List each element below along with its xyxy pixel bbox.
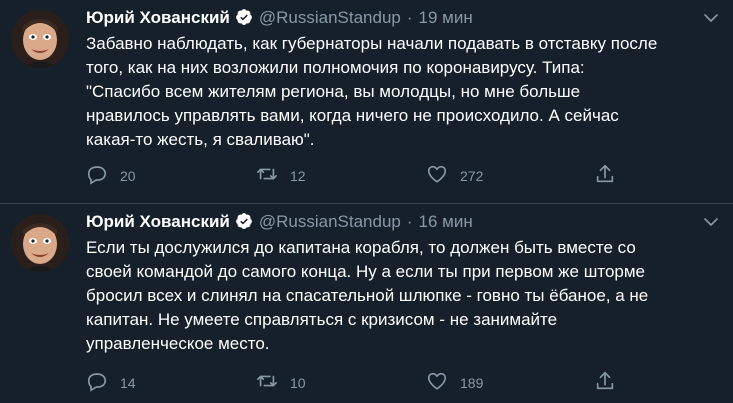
tweet-text: Если ты дослужился до капитана корабля, … xyxy=(86,238,649,353)
retweet-button[interactable]: 10 xyxy=(256,372,306,394)
retweet-count: 12 xyxy=(290,168,306,184)
reply-icon xyxy=(86,370,108,397)
share-button[interactable] xyxy=(594,163,616,190)
verified-badge-icon xyxy=(235,212,253,237)
share-button[interactable] xyxy=(594,370,616,397)
tweet[interactable]: Юрий Хованский @RussianStandup · 19 мин Заб… xyxy=(0,0,733,204)
reply-icon xyxy=(86,163,108,190)
reply-button[interactable]: 20 xyxy=(86,165,136,187)
separator: · xyxy=(406,8,413,27)
author-name[interactable]: Юрий Хованский xyxy=(86,212,230,231)
share-icon xyxy=(594,163,616,190)
tweet-actions: 14 10 189 xyxy=(86,370,693,397)
tweet-header: Юрий Хованский @RussianStandup · 19 мин xyxy=(86,6,693,30)
tweet-header: Юрий Хованский @RussianStandup · 16 мин xyxy=(86,210,693,234)
tweet-feed: Юрий Хованский @RussianStandup · 19 мин Заб… xyxy=(0,0,733,403)
avatar[interactable] xyxy=(11,10,69,68)
chevron-down-icon[interactable] xyxy=(701,8,721,28)
timestamp[interactable]: 19 мин xyxy=(419,8,473,27)
author-handle[interactable]: @RussianStandup xyxy=(259,8,401,27)
share-icon xyxy=(594,370,616,397)
author-handle[interactable]: @RussianStandup xyxy=(259,212,401,231)
separator: · xyxy=(406,212,413,231)
retweet-icon xyxy=(256,163,278,190)
reply-count: 14 xyxy=(120,375,136,391)
like-count: 272 xyxy=(460,168,484,184)
timestamp[interactable]: 16 мин xyxy=(419,212,473,231)
reply-count: 20 xyxy=(120,168,136,184)
author-name[interactable]: Юрий Хованский xyxy=(86,8,230,27)
tweet-actions: 20 12 272 xyxy=(86,163,693,190)
heart-icon xyxy=(426,370,448,397)
chevron-down-icon[interactable] xyxy=(701,212,721,232)
like-button[interactable]: 272 xyxy=(426,165,483,187)
reply-button[interactable]: 14 xyxy=(86,372,136,394)
retweet-button[interactable]: 12 xyxy=(256,165,306,187)
tweet-text: Забавно наблюдать, как губернаторы начал… xyxy=(86,34,658,149)
like-count: 189 xyxy=(460,375,484,391)
retweet-icon xyxy=(256,370,278,397)
tweet[interactable]: Юрий Хованский @RussianStandup · 16 мин Есл… xyxy=(0,204,733,403)
like-button[interactable]: 189 xyxy=(426,372,483,394)
avatar[interactable] xyxy=(11,214,69,272)
verified-badge-icon xyxy=(235,8,253,33)
retweet-count: 10 xyxy=(290,375,306,391)
heart-icon xyxy=(426,163,448,190)
